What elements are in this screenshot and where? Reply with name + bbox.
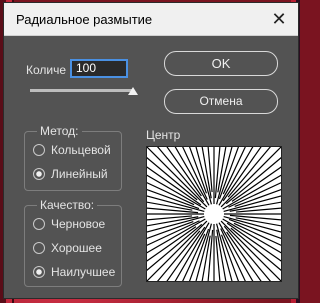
ok-button[interactable]: OK <box>164 51 278 76</box>
radial-blur-dialog: Радиальное размытие ✕ Количе 100 OK Отме… <box>3 2 299 299</box>
amount-slider-track[interactable] <box>30 89 132 92</box>
quality-radio-draft[interactable] <box>33 218 45 230</box>
method-legend: Метод: <box>37 124 82 138</box>
blur-center-preview[interactable] <box>146 146 282 282</box>
quality-group: Качество: Черновое Хорошее Наилучшее <box>24 198 122 287</box>
method-option-ring[interactable]: Кольцевой <box>51 143 111 157</box>
quality-option-best[interactable]: Наилучшее <box>51 265 115 279</box>
method-radio-ring[interactable] <box>33 144 45 156</box>
quality-option-draft[interactable]: Черновое <box>51 217 105 231</box>
cancel-button[interactable]: Отмена <box>164 89 278 114</box>
method-option-linear[interactable]: Линейный <box>51 167 108 181</box>
quality-radio-good[interactable] <box>33 242 45 254</box>
radial-lines-graphic <box>147 147 281 281</box>
close-icon[interactable]: ✕ <box>266 7 292 31</box>
method-radio-linear[interactable] <box>33 168 45 180</box>
method-group: Метод: Кольцевой Линейный <box>24 124 122 191</box>
quality-radio-best[interactable] <box>33 266 45 278</box>
center-label: Центр <box>146 128 181 142</box>
quality-legend: Качество: <box>37 198 98 212</box>
title-bar: Радиальное размытие ✕ <box>4 3 298 36</box>
amount-slider-thumb[interactable] <box>128 87 138 95</box>
dialog-title: Радиальное размытие <box>16 12 153 27</box>
amount-input[interactable]: 100 <box>70 59 128 78</box>
amount-label: Количе <box>26 63 67 77</box>
quality-option-good[interactable]: Хорошее <box>51 241 102 255</box>
